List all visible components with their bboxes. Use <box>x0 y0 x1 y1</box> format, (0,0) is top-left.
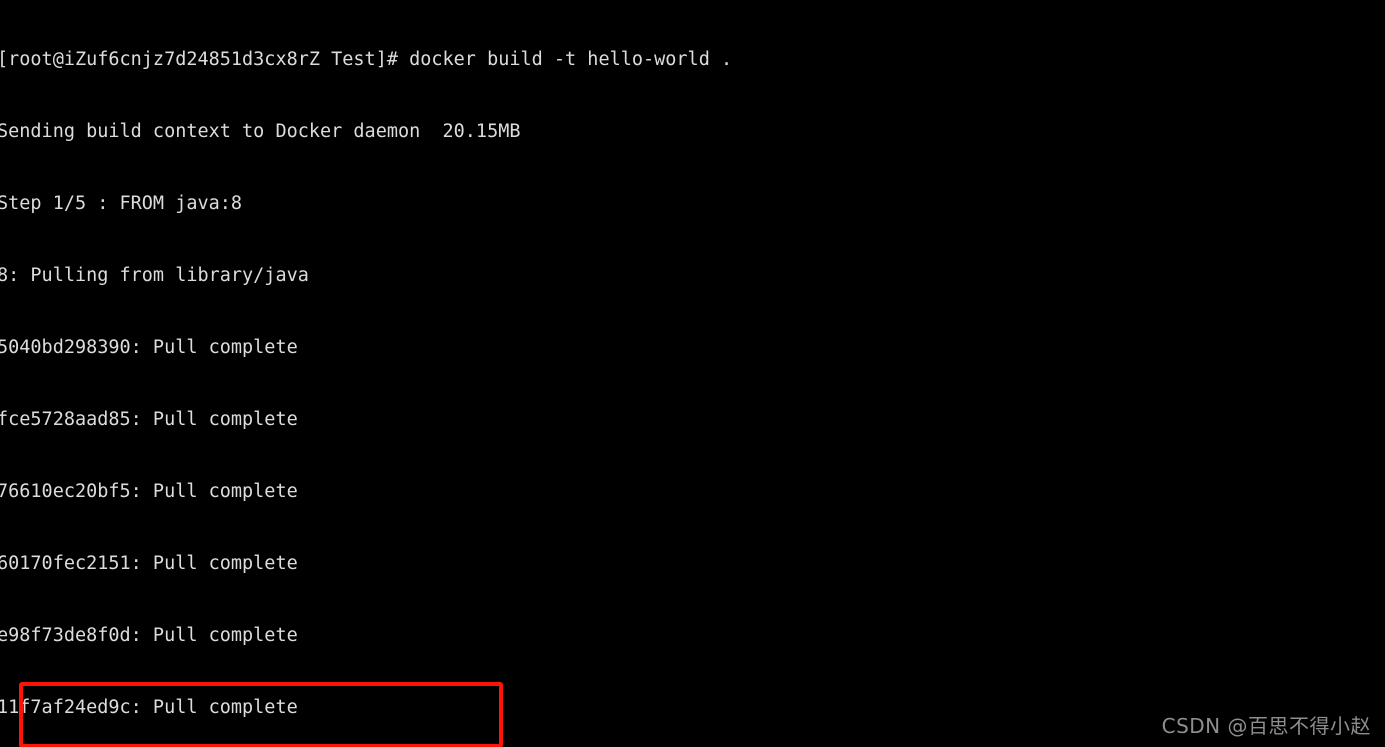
csdn-watermark: CSDN @百思不得小赵 <box>1161 714 1371 738</box>
terminal-line-step-1: Step 1/5 : FROM java:8 <box>0 193 243 214</box>
terminal-line: Sending build context to Docker daemon 2… <box>0 121 521 142</box>
terminal-line-pull-layer: e98f73de8f0d: Pull complete <box>0 625 298 646</box>
terminal-line-pull-layer: fce5728aad85: Pull complete <box>0 409 298 430</box>
terminal-line-prompt-command: [root@iZuf6cnjz7d24851d3cx8rZ Test]# doc… <box>0 49 733 70</box>
terminal-line-pull-layer: 76610ec20bf5: Pull complete <box>0 481 298 502</box>
terminal-line: 8: Pulling from library/java <box>0 265 309 286</box>
terminal-window[interactable]: [root@iZuf6cnjz7d24851d3cx8rZ Test]# doc… <box>0 0 1385 747</box>
terminal-line-pull-layer: 60170fec2151: Pull complete <box>0 553 298 574</box>
terminal-line-pull-layer: 5040bd298390: Pull complete <box>0 337 298 358</box>
terminal-output: [root@iZuf6cnjz7d24851d3cx8rZ Test]# doc… <box>0 0 1385 747</box>
